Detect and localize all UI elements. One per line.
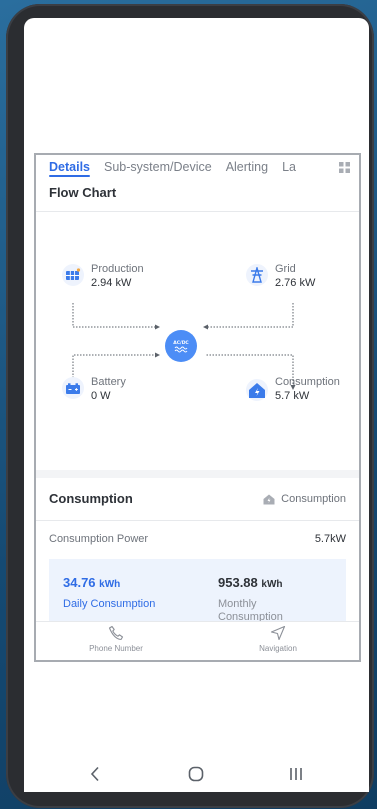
home-power-icon [246, 379, 268, 401]
embedded-app-view: Details Sub-system/Device Alerting La Fl… [34, 153, 361, 662]
section-separator [36, 470, 359, 478]
grid-node[interactable]: Grid 2.76 kW [246, 262, 315, 290]
navigation-button[interactable]: Navigation [218, 625, 338, 653]
phone-screen: Details Sub-system/Device Alerting La Fl… [24, 18, 369, 792]
consumption-node[interactable]: Consumption 5.7 kW [246, 375, 340, 403]
ac-dc-icon: AC/DC [173, 340, 189, 353]
home-circle-icon [188, 766, 204, 782]
navigation-arrow-icon [270, 625, 286, 641]
phone-number-label: Phone Number [89, 644, 143, 653]
daily-consumption-label: Daily Consumption [63, 598, 156, 610]
home-icon [263, 494, 275, 504]
consumption-tag[interactable]: Consumption [263, 493, 346, 505]
home-button[interactable] [188, 766, 204, 787]
recent-apps-button[interactable] [288, 766, 304, 787]
phone-icon [108, 625, 124, 641]
production-label: Production [91, 263, 144, 275]
production-node[interactable]: Production 2.94 kW [62, 262, 144, 290]
chevron-left-icon [90, 766, 99, 782]
production-value: 2.94 kW [91, 277, 132, 289]
hub-label: AC/DC [173, 340, 189, 346]
daily-consumption-value: 34.76 kWh [63, 575, 121, 590]
recent-apps-icon [290, 768, 302, 780]
consumption-tag-label: Consumption [281, 493, 346, 505]
grid-label: Grid [275, 263, 296, 275]
consumption-node-value: 5.7 kW [275, 390, 310, 402]
flow-lines [72, 303, 296, 390]
monthly-consumption-value: 953.88 kWh [218, 575, 283, 590]
battery-icon [62, 377, 84, 399]
battery-label: Battery [91, 376, 126, 388]
transmission-tower-icon [246, 264, 268, 286]
consumption-power-value: 5.7kW [314, 533, 346, 545]
grid-value: 2.76 kW [275, 277, 316, 289]
inverter-hub[interactable]: AC/DC [165, 330, 197, 362]
solar-panel-icon [62, 264, 84, 286]
phone-number-button[interactable]: Phone Number [56, 625, 176, 653]
battery-value: 0 W [91, 390, 111, 402]
navigation-label: Navigation [259, 644, 297, 653]
consumption-section-title: Consumption [49, 491, 133, 506]
back-button[interactable] [90, 766, 100, 787]
system-navigation-bar [24, 760, 369, 792]
consumption-node-label: Consumption [275, 376, 340, 388]
battery-node[interactable]: Battery 0 W [62, 375, 126, 403]
divider [36, 520, 359, 521]
bottom-action-bar: Phone Number Navigation [36, 621, 359, 660]
consumption-power-label: Consumption Power [49, 533, 149, 545]
